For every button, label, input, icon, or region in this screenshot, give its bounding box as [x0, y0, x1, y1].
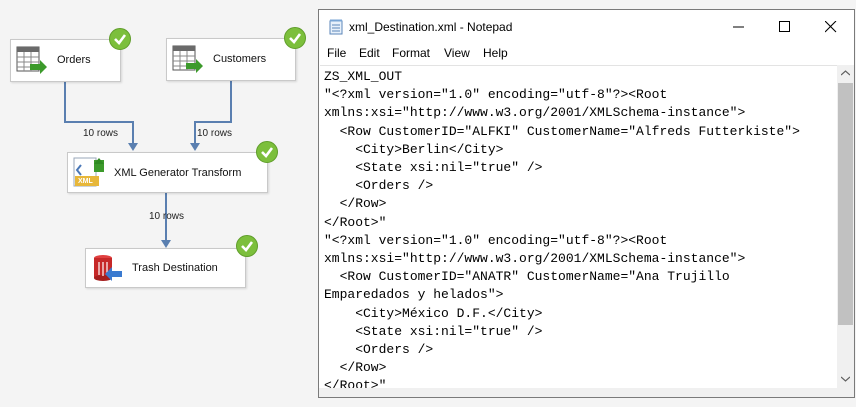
path-arrowhead	[190, 143, 200, 151]
maximize-icon	[779, 21, 790, 32]
menu-view[interactable]: View	[444, 46, 470, 60]
chevron-up-icon	[841, 70, 850, 76]
minimize-icon	[733, 26, 744, 28]
node-label: Trash Destination	[132, 262, 218, 274]
vertical-scrollbar[interactable]	[837, 65, 854, 388]
table-source-icon	[16, 45, 48, 82]
trash-destination-node[interactable]: Trash Destination	[85, 248, 246, 288]
table-source-icon	[172, 44, 204, 81]
customers-source-node[interactable]: Customers	[166, 38, 296, 81]
xml-generator-transform-node[interactable]: XML XML Generator Transform	[67, 152, 268, 193]
scroll-up-button[interactable]	[837, 65, 854, 82]
menu-file[interactable]: File	[327, 46, 346, 60]
node-label: Orders	[57, 54, 91, 66]
node-label: Customers	[213, 53, 267, 65]
success-check-icon	[236, 235, 258, 257]
menu-format[interactable]: Format	[392, 46, 430, 60]
scroll-down-button[interactable]	[837, 371, 854, 388]
close-icon	[825, 21, 837, 33]
chevron-down-icon	[841, 376, 850, 382]
node-label: XML Generator Transform	[114, 167, 242, 179]
window-title: xml_Destination.xml - Notepad	[349, 20, 513, 34]
path-arrowhead	[128, 143, 138, 151]
maximize-button[interactable]	[762, 10, 808, 44]
path-arrowhead	[161, 240, 171, 248]
menu-edit[interactable]: Edit	[359, 46, 380, 60]
success-check-icon	[256, 141, 278, 163]
notepad-icon	[328, 19, 344, 40]
orders-source-node[interactable]: Orders	[10, 39, 121, 82]
row-count-label: 10 rows	[149, 211, 185, 222]
notepad-window[interactable]: xml_Destination.xml - Notepad File Edit …	[318, 9, 855, 398]
text-editor[interactable]: ZS_XML_OUT "<?xml version="1.0" encoding…	[320, 65, 837, 389]
xml-transform-icon	[73, 157, 105, 194]
title-bar[interactable]: xml_Destination.xml - Notepad	[319, 10, 854, 44]
xml-icon-text: XML	[78, 178, 93, 185]
menu-help[interactable]: Help	[483, 46, 508, 60]
menu-bar: File Edit Format View Help	[319, 44, 854, 64]
close-button[interactable]	[808, 10, 854, 44]
row-count-label: 10 rows	[83, 128, 119, 139]
success-check-icon	[109, 28, 131, 50]
data-flow-canvas[interactable]: 10 rows 10 rows 10 rows Orders Customers…	[0, 0, 318, 407]
horizontal-scrollbar[interactable]	[319, 388, 854, 397]
row-count-label: 10 rows	[197, 128, 233, 139]
minimize-button[interactable]	[716, 10, 762, 44]
scrollbar-thumb[interactable]	[838, 83, 853, 325]
file-content: ZS_XML_OUT "<?xml version="1.0" encoding…	[324, 69, 800, 389]
success-check-icon	[284, 27, 306, 49]
trash-destination-icon	[91, 253, 123, 290]
